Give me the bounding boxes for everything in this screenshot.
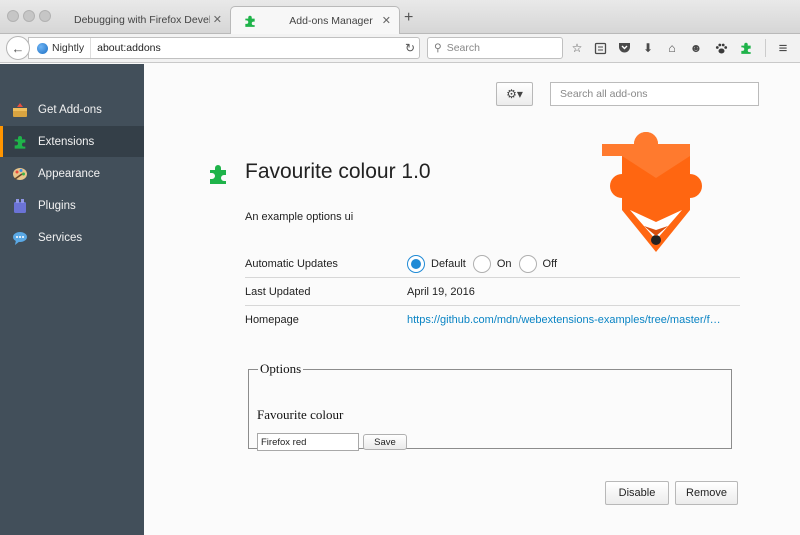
sidebar-item-plugins[interactable]: Plugins	[0, 190, 144, 221]
radio-circle[interactable]	[518, 254, 537, 273]
radio-off[interactable]: Off	[518, 254, 558, 273]
search-icon: ⚲	[434, 42, 442, 54]
search-placeholder: Search	[446, 42, 480, 54]
reading-list-icon[interactable]	[592, 40, 608, 56]
home-icon[interactable]: ⌂	[664, 40, 680, 56]
zoom-window-button[interactable]	[39, 10, 51, 22]
options-legend: Options	[260, 361, 302, 376]
sidebar-item-label: Services	[38, 231, 83, 244]
puzzle-piece-icon	[245, 15, 255, 27]
favourite-colour-label: Favourite colour	[257, 407, 344, 422]
back-arrow-icon: ←	[11, 40, 25, 56]
gear-icon: ⚙▾	[506, 87, 523, 101]
radio-default[interactable]: Default	[407, 254, 466, 273]
tools-menu-button[interactable]: ⚙▾	[496, 82, 533, 106]
url-text[interactable]: about:addons	[91, 42, 401, 54]
hamburger-menu-icon[interactable]: ≡	[775, 40, 791, 57]
tab-addons-manager[interactable]: Add-ons Manager ✕	[230, 6, 400, 35]
addon-name: Favourite colour 1.0	[245, 160, 431, 183]
nav-bar: Nightly about:addons ↻ ← ⚲ Search ☆ ⬇ ⌂ …	[0, 34, 800, 63]
sidebar-item-extensions[interactable]: Extensions	[0, 126, 144, 157]
addon-puzzle-icon	[210, 165, 226, 184]
search-addons-placeholder: Search all add-ons	[560, 88, 648, 100]
sidebar-item-label: Appearance	[38, 167, 101, 180]
toolbar-separator	[765, 39, 766, 57]
identity-label: Nightly	[52, 42, 85, 54]
globe-icon	[37, 42, 48, 54]
extensions-icon	[14, 135, 26, 149]
tab-debugging[interactable]: Debugging with Firefox Develop… ✕	[58, 6, 230, 34]
hello-icon[interactable]: ☻	[688, 40, 704, 56]
sidebar-item-label: Extensions	[38, 135, 95, 148]
fox-puzzle-logo	[602, 132, 702, 252]
identity-box[interactable]: Nightly	[29, 38, 92, 58]
sidebar-item-get-addons[interactable]: Get Add-ons	[0, 94, 144, 125]
tab-title: Add-ons Manager	[289, 15, 373, 27]
reload-icon[interactable]: ↻	[401, 41, 419, 55]
categories-sidebar: Get Add-ons Extensions Appearance Plugin…	[0, 64, 144, 535]
options-fieldset: Options Favourite colour Firefox red Sav…	[248, 361, 732, 451]
detail-label: Automatic Updates	[245, 257, 338, 270]
tab-title: Debugging with Firefox Develop…	[74, 14, 210, 26]
appearance-icon	[13, 167, 27, 180]
paw-icon[interactable]	[713, 40, 729, 56]
plugins-icon	[14, 198, 26, 213]
detail-label: Homepage	[245, 314, 299, 326]
get-addons-icon	[13, 102, 27, 117]
radio-label: Off	[542, 257, 558, 270]
new-tab-button[interactable]: +	[404, 9, 413, 27]
services-icon	[13, 231, 27, 245]
automatic-updates-row: Automatic Updates Default On Off	[245, 250, 740, 278]
last-updated-value: April 19, 2016	[407, 285, 475, 298]
sidebar-item-label: Plugins	[38, 199, 76, 212]
sidebar-item-services[interactable]: Services	[0, 222, 144, 253]
radio-on[interactable]: On	[472, 254, 512, 273]
radio-label: On	[496, 257, 512, 270]
close-tab-icon[interactable]: ✕	[382, 14, 391, 27]
tab-strip: Debugging with Firefox Develop… ✕ Add-on…	[0, 0, 800, 35]
sidebar-item-appearance[interactable]: Appearance	[0, 158, 144, 189]
url-bar[interactable]: Nightly about:addons ↻	[28, 37, 420, 59]
downloads-icon[interactable]: ⬇	[640, 40, 656, 56]
addon-description: An example options ui	[245, 211, 354, 223]
extension-puzzle-icon[interactable]	[738, 40, 754, 56]
homepage-row: Homepage https://github.com/mdn/webexten…	[245, 306, 740, 334]
minimize-window-button[interactable]	[23, 10, 35, 22]
remove-button[interactable]: Remove	[675, 481, 738, 505]
disable-button[interactable]: Disable	[605, 481, 669, 505]
bookmark-star-icon[interactable]: ☆	[569, 40, 585, 56]
last-updated-row: Last Updated April 19, 2016	[245, 278, 740, 306]
updates-radio-group: Default On Off	[407, 254, 564, 273]
search-addons-input[interactable]: Search all add-ons	[550, 82, 759, 106]
addon-detail-view: ⚙▾ Search all add-ons Favourite colour 1…	[144, 64, 800, 535]
radio-circle[interactable]	[407, 254, 425, 273]
favourite-colour-input[interactable]: Firefox red	[257, 433, 359, 451]
save-button[interactable]: Save	[363, 434, 407, 450]
sidebar-item-label: Get Add-ons	[38, 103, 102, 116]
back-button[interactable]: ←	[6, 36, 30, 60]
homepage-link[interactable]: https://github.com/mdn/webextensions-exa…	[407, 314, 740, 326]
detail-label: Last Updated	[245, 285, 311, 298]
search-bar[interactable]: ⚲ Search	[427, 37, 563, 59]
radio-circle[interactable]	[472, 254, 491, 273]
close-tab-icon[interactable]: ✕	[213, 13, 222, 26]
close-window-button[interactable]	[7, 10, 19, 22]
pocket-icon[interactable]	[616, 40, 632, 56]
radio-label: Default	[431, 257, 466, 270]
